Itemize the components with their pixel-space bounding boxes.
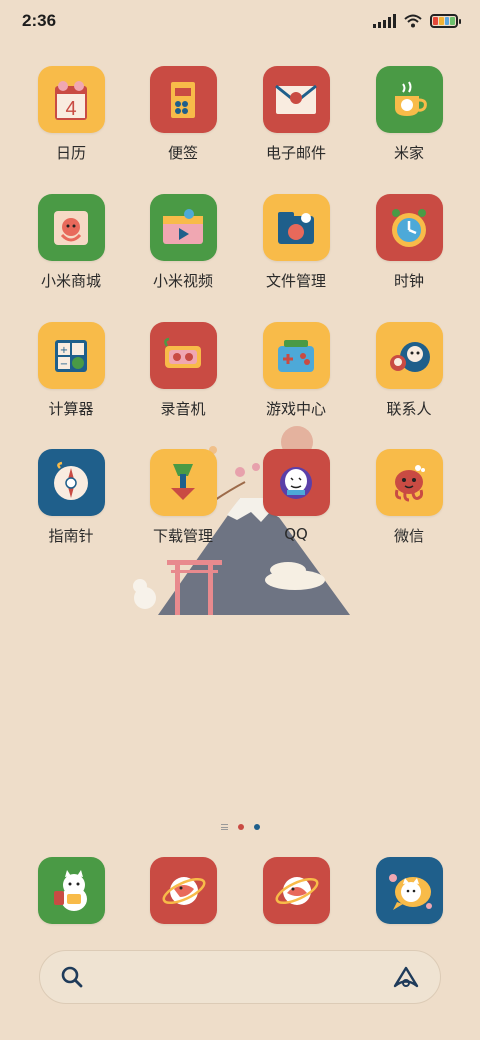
wifi-icon xyxy=(404,14,422,28)
file-manager-icon[interactable] xyxy=(262,194,330,261)
dock xyxy=(0,857,480,924)
app-calculator[interactable]: + − 计算器 xyxy=(15,322,127,432)
app-label: QQ xyxy=(284,525,308,543)
app-mail[interactable]: 电子邮件 xyxy=(240,66,352,176)
clock-icon[interactable] xyxy=(375,194,443,261)
app-download[interactable]: 下载管理 xyxy=(127,449,239,559)
wechat-octopus-icon[interactable] xyxy=(375,449,443,516)
assistant-icon[interactable] xyxy=(392,965,420,989)
notes-icon[interactable] xyxy=(149,66,217,133)
mi-video-icon[interactable] xyxy=(149,194,217,261)
calendar-icon[interactable]: 4 xyxy=(37,66,105,133)
app-list-indicator-icon[interactable] xyxy=(220,824,228,830)
status-icons xyxy=(373,14,461,28)
cat-bubble-icon[interactable] xyxy=(376,857,443,924)
app-label: 电子邮件 xyxy=(265,144,326,162)
app-label: 便签 xyxy=(167,144,198,162)
game-center-icon[interactable] xyxy=(262,322,330,389)
app-compass[interactable]: 指南针 xyxy=(15,449,127,559)
app-contacts-daruma[interactable]: 联系人 xyxy=(353,322,465,432)
app-recorder[interactable]: 录音机 xyxy=(127,322,239,432)
compass-icon[interactable] xyxy=(37,449,105,516)
app-label: 指南针 xyxy=(48,527,94,545)
app-game-center[interactable]: 游戏中心 xyxy=(240,322,352,432)
app-notes[interactable]: 便签 xyxy=(127,66,239,176)
app-calendar[interactable]: 4 日历 xyxy=(15,66,127,176)
app-label: 联系人 xyxy=(386,400,432,418)
browser-planet-icon[interactable] xyxy=(150,857,217,924)
status-time: 2:36 xyxy=(22,11,57,30)
svg-text:−: − xyxy=(60,359,68,370)
app-file-manager[interactable]: 文件管理 xyxy=(240,194,352,304)
app-mi-video[interactable]: 小米视频 xyxy=(127,194,239,304)
app-wechat-octopus[interactable]: 微信 xyxy=(353,449,465,559)
search-bar[interactable] xyxy=(39,950,441,1004)
page-indicator xyxy=(0,824,480,830)
app-qq[interactable]: QQ xyxy=(240,449,352,559)
page-dot-1[interactable] xyxy=(237,824,244,830)
app-label: 计算器 xyxy=(48,400,94,418)
download-icon[interactable] xyxy=(149,449,217,516)
app-label: 日历 xyxy=(55,144,86,162)
app-label: 下载管理 xyxy=(152,527,213,545)
svg-text:+: + xyxy=(60,345,68,356)
app-label: 游戏中心 xyxy=(265,400,326,418)
app-label: 小米商城 xyxy=(40,272,101,290)
app-label: 微信 xyxy=(393,527,424,545)
status-bar: 2:36 xyxy=(0,0,480,42)
app-label: 小米视频 xyxy=(152,272,213,290)
app-clock[interactable]: 时钟 xyxy=(353,194,465,304)
recorder-icon[interactable] xyxy=(149,322,217,389)
calculator-icon[interactable]: + − xyxy=(37,322,105,389)
app-mi-store-octopus[interactable]: 小米商城 xyxy=(15,194,127,304)
svg-text:4: 4 xyxy=(65,98,76,120)
app-label: 文件管理 xyxy=(265,272,326,290)
app-label: 时钟 xyxy=(393,272,424,290)
lucky-cat-icon[interactable] xyxy=(38,857,105,924)
gallery-planet-icon[interactable] xyxy=(263,857,330,924)
qq-icon[interactable] xyxy=(262,449,330,516)
search-icon[interactable] xyxy=(60,965,84,989)
battery-icon xyxy=(430,14,461,28)
mail-icon[interactable] xyxy=(262,66,330,133)
mijia-teacup-icon[interactable] xyxy=(375,66,443,133)
app-label: 录音机 xyxy=(160,400,206,418)
mi-store-octopus-icon[interactable] xyxy=(37,194,105,261)
app-mijia-teacup[interactable]: 米家 xyxy=(353,66,465,176)
app-label: 米家 xyxy=(393,144,424,162)
signal-icon xyxy=(373,14,396,28)
contacts-daruma-icon[interactable] xyxy=(375,322,443,389)
page-dot-2-active[interactable] xyxy=(253,824,260,830)
